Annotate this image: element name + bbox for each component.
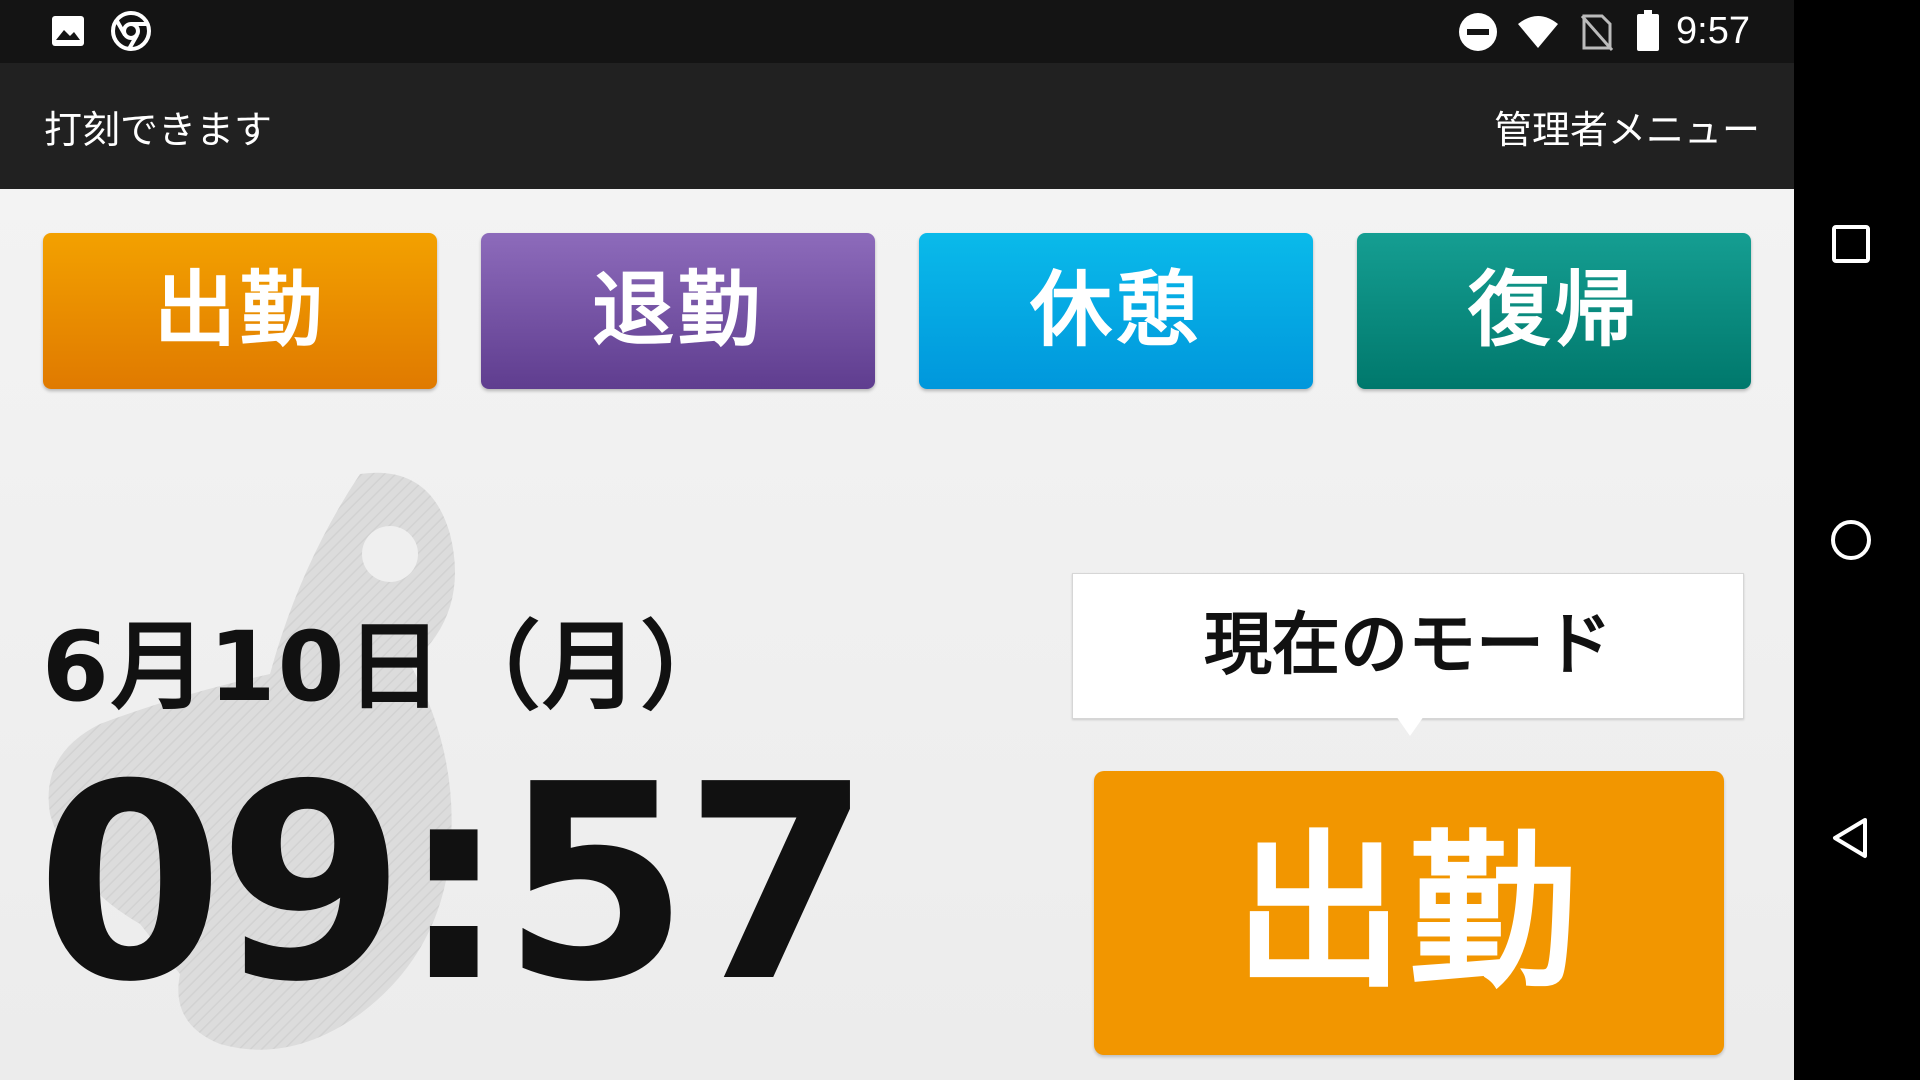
wifi-icon <box>1516 14 1560 54</box>
current-time: 09:57 <box>36 726 871 1041</box>
status-time: 9:57 <box>1676 10 1750 52</box>
image-icon <box>50 14 86 52</box>
app-title: 打刻できます <box>44 108 273 152</box>
recents-icon[interactable] <box>1829 222 1873 270</box>
navigation-bar <box>1794 0 1920 1080</box>
no-sim-icon <box>1578 12 1614 56</box>
callout-tail <box>1396 716 1424 736</box>
do-not-disturb-icon <box>1458 12 1498 56</box>
break-button[interactable]: 休憩 <box>919 233 1313 389</box>
home-icon[interactable] <box>1829 518 1873 566</box>
current-mode-display: 出勤 <box>1094 771 1724 1055</box>
current-date: 6月10日（月） <box>42 611 739 723</box>
app-bar: 打刻できます 管理者メニュー <box>0 63 1794 189</box>
status-bar: 9:57 <box>0 0 1794 63</box>
chrome-icon <box>110 10 152 56</box>
back-icon[interactable] <box>1829 816 1873 864</box>
battery-icon <box>1636 10 1660 56</box>
clock-out-button[interactable]: 退勤 <box>481 233 875 389</box>
clock-in-button[interactable]: 出勤 <box>43 233 437 389</box>
return-button[interactable]: 復帰 <box>1357 233 1751 389</box>
current-mode-heading: 現在のモード <box>1072 573 1744 719</box>
admin-menu-button[interactable]: 管理者メニュー <box>1494 99 1760 154</box>
main-content: 出勤 退勤 休憩 復帰 6月10日（月） 09:57 現在のモード 出勤 <box>0 189 1794 1080</box>
